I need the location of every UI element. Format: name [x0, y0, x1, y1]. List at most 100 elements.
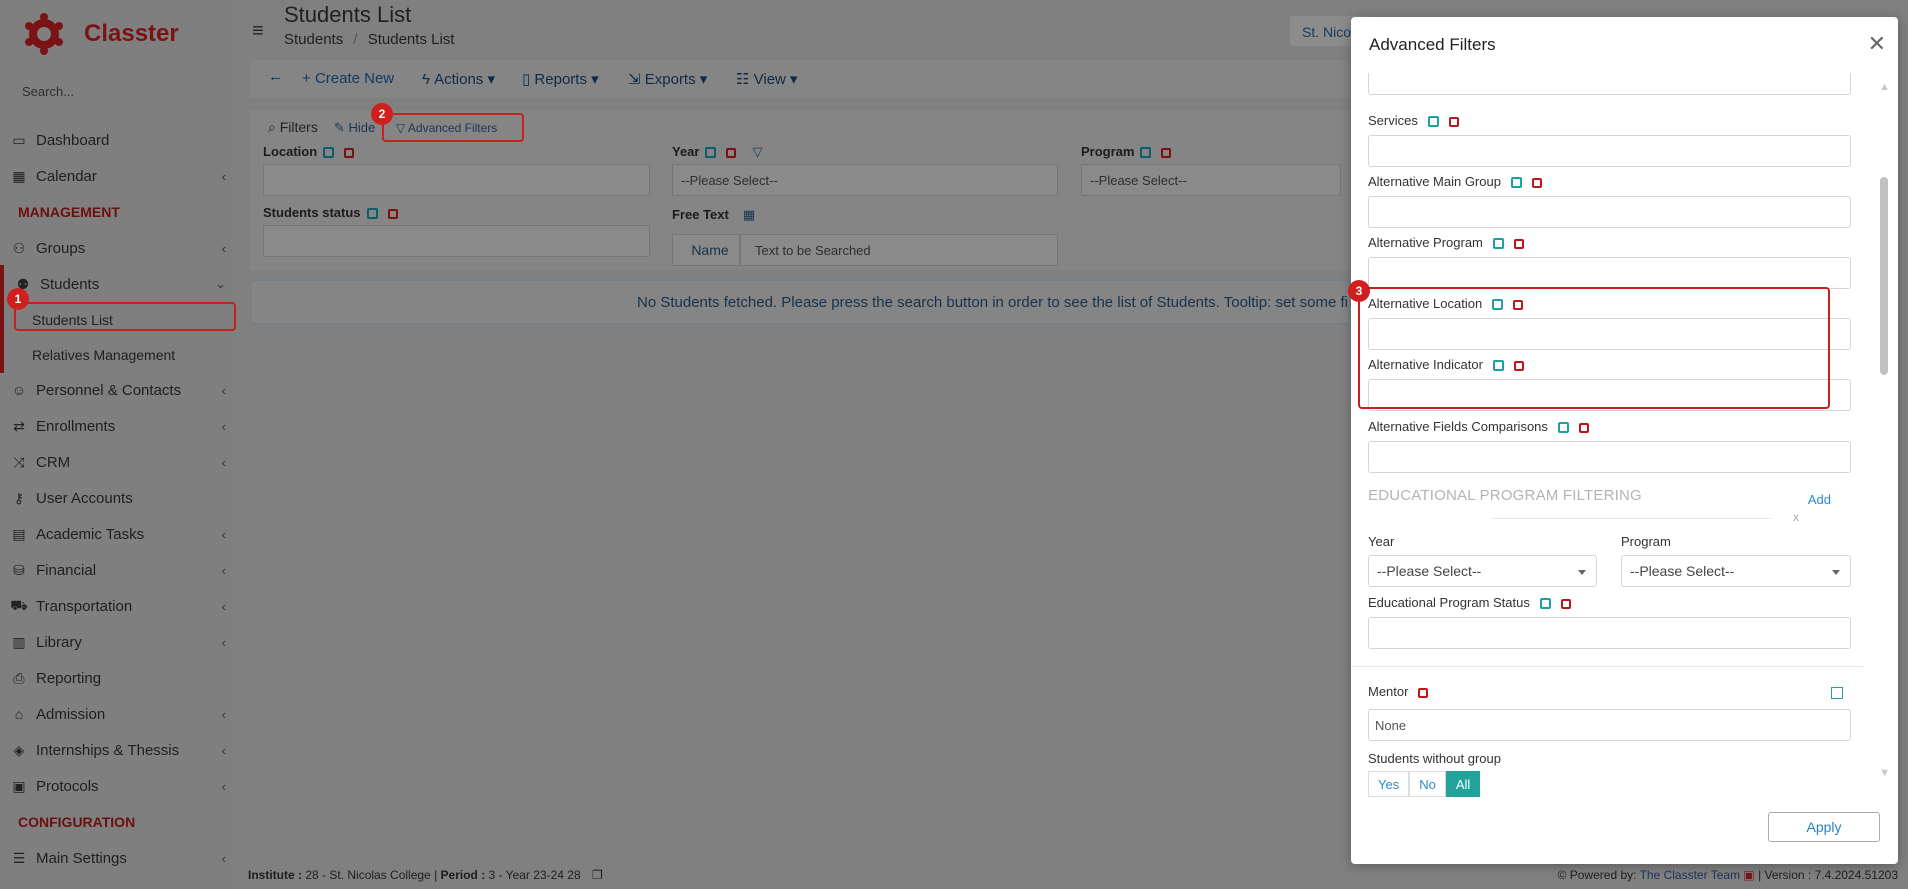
status-label-text: Students status: [263, 205, 361, 220]
include-check-icon[interactable]: [1539, 598, 1551, 610]
exclude-check-icon[interactable]: [1418, 687, 1429, 698]
remove-edu-program-button[interactable]: x: [1793, 510, 1799, 524]
chevron-left-icon: ‹: [221, 562, 226, 578]
mentor-input[interactable]: None: [1368, 709, 1851, 741]
edu-year-select[interactable]: --Please Select--: [1368, 555, 1597, 587]
sidebar-item-enrollments[interactable]: ⇄ Enrollments ‹: [0, 408, 236, 444]
grid-icon[interactable]: ▦: [743, 207, 755, 222]
filter-icon[interactable]: ▽: [752, 144, 762, 159]
exclude-check-icon[interactable]: [1578, 422, 1589, 433]
close-icon[interactable]: ✕: [1868, 31, 1886, 57]
chevron-down-icon: ⌄: [215, 276, 226, 291]
free-text-label: Free Text ▦: [672, 207, 755, 223]
exclude-check-icon[interactable]: [726, 147, 737, 158]
toggle-all[interactable]: All: [1445, 771, 1481, 797]
students-status-select[interactable]: [263, 225, 650, 257]
copy-icon[interactable]: ❐: [592, 868, 603, 882]
include-check-icon[interactable]: [1492, 238, 1504, 250]
hide-filters-button[interactable]: ✎ Hide: [334, 120, 375, 136]
sidebar-item-label: Financial: [36, 561, 97, 579]
include-check-icon[interactable]: [1557, 422, 1569, 434]
create-new-label: Create New: [314, 70, 395, 87]
edu-status-input[interactable]: [1368, 617, 1851, 649]
edu-program-select[interactable]: --Please Select--: [1621, 555, 1851, 587]
sidebar-item-main-settings[interactable]: ☰ Main Settings ‹: [0, 840, 236, 876]
year-select[interactable]: --Please Select--: [672, 164, 1058, 196]
actions-button[interactable]: ϟ Actions ▾: [422, 70, 495, 88]
exclude-check-icon[interactable]: [1448, 116, 1459, 127]
alt-program-input[interactable]: [1368, 257, 1851, 289]
sidebar-item-protocols[interactable]: ▣ Protocols ‹: [0, 768, 236, 804]
exclude-check-icon[interactable]: [1560, 598, 1571, 609]
step-badge-2: 2: [371, 103, 393, 125]
footer-version: © Powered by: The Classter Team ▣ | Vers…: [1558, 868, 1898, 882]
previous-field-input[interactable]: [1368, 73, 1851, 95]
exclude-check-icon[interactable]: [1161, 147, 1172, 158]
location-select[interactable]: [263, 164, 650, 196]
sidebar-item-academic-tasks[interactable]: ▤ Academic Tasks ‹: [0, 516, 236, 552]
sidebar-item-internships[interactable]: ◈ Internships & Thessis ‹: [0, 732, 236, 768]
include-check-icon[interactable]: [705, 147, 717, 159]
classter-team-link[interactable]: The Classter Team: [1640, 868, 1740, 882]
create-new-button[interactable]: + Create New: [302, 70, 394, 87]
back-arrow-icon[interactable]: ←: [268, 68, 283, 85]
exclude-check-icon[interactable]: [1513, 238, 1524, 249]
sidebar-item-groups[interactable]: ⚇ Groups ‹: [0, 230, 236, 266]
view-button[interactable]: ☷ View ▾: [736, 70, 798, 88]
sidebar-item-library[interactable]: ▥ Library ‹: [0, 624, 236, 660]
sidebar-item-crm[interactable]: ⤨ CRM ‹: [0, 444, 236, 480]
exclude-check-icon[interactable]: [344, 147, 355, 158]
exclude-check-icon[interactable]: [387, 208, 398, 219]
logo[interactable]: Classter: [22, 10, 179, 58]
sidebar-item-label: Enrollments: [36, 417, 116, 435]
sidebar-item-label: Personnel & Contacts: [36, 381, 182, 399]
sidebar-item-user-accounts[interactable]: ⚷ User Accounts: [0, 480, 236, 516]
alt-main-group-input[interactable]: [1368, 196, 1851, 228]
sidebar-item-transportation[interactable]: ⛟ Transportation ‹: [0, 588, 236, 624]
sidebar-item-calendar[interactable]: ▦ Calendar ‹: [0, 158, 236, 194]
alt-fields-comparisons-input[interactable]: [1368, 441, 1851, 473]
include-check-icon[interactable]: [1140, 147, 1152, 159]
include-check-icon[interactable]: [323, 147, 335, 159]
sidebar-item-personnel[interactable]: ☺ Personnel & Contacts ‹: [0, 372, 236, 408]
grid-icon[interactable]: [1831, 687, 1843, 699]
apply-button[interactable]: Apply: [1768, 812, 1880, 842]
edu-program-section-title: EDUCATIONAL PROGRAM FILTERING: [1368, 487, 1642, 504]
powered-by-label: Powered by:: [1569, 868, 1637, 882]
name-field-button[interactable]: Name: [672, 234, 740, 266]
include-check-icon[interactable]: [1427, 116, 1439, 128]
sliders-icon: ☰: [12, 849, 26, 866]
hamburger-menu-icon[interactable]: ≡: [252, 20, 264, 43]
toggle-no[interactable]: No: [1409, 771, 1446, 797]
exclude-check-icon[interactable]: [1531, 177, 1542, 188]
free-text-input[interactable]: Text to be Searched: [740, 234, 1058, 266]
sidebar-item-reporting[interactable]: ⎙ Reporting: [0, 660, 236, 696]
sidebar-item-label: Protocols: [36, 777, 99, 795]
sidebar-item-dashboard[interactable]: ▭ Dashboard: [0, 122, 236, 158]
toggle-yes[interactable]: Yes: [1368, 771, 1410, 797]
include-check-icon[interactable]: [1510, 177, 1522, 189]
dropdown-caret-icon: [1578, 570, 1586, 575]
sidebar-item-financial[interactable]: ⛁ Financial ‹: [0, 552, 236, 588]
cube-icon: ◈: [13, 741, 25, 758]
exports-button[interactable]: ⇲ Exports ▾: [628, 70, 707, 88]
add-edu-program-link[interactable]: Add: [1808, 492, 1831, 507]
filters-toggle[interactable]: ⌕ Filters: [268, 119, 318, 136]
sidebar-search-input[interactable]: Search...: [22, 84, 74, 99]
sidebar-item-label: Dashboard: [36, 131, 110, 149]
scroll-up-icon[interactable]: ▲: [1879, 81, 1890, 93]
scrollbar-thumb[interactable]: [1880, 177, 1888, 375]
sidebar-item-admission[interactable]: ⌂ Admission ‹: [0, 696, 236, 732]
program-select[interactable]: --Please Select--: [1081, 164, 1341, 196]
sidebar-nav: ▭ Dashboard ▦ Calendar ‹ MANAGEMENT ⚇ Gr…: [0, 122, 236, 876]
sidebar-subitem-relatives[interactable]: Relatives Management: [0, 337, 236, 372]
sidebar-item-label: Main Settings: [36, 849, 127, 867]
scroll-down-icon[interactable]: ▼: [1879, 767, 1890, 779]
breadcrumb-students[interactable]: Students: [284, 31, 343, 48]
section-configuration: CONFIGURATION: [18, 814, 136, 830]
sidebar-item-students[interactable]: ⚉ Students ⌄: [0, 266, 236, 302]
include-check-icon[interactable]: [366, 208, 378, 220]
reports-button[interactable]: ▯ Reports ▾: [522, 70, 599, 88]
institute-label: Institute :: [248, 868, 302, 882]
services-input[interactable]: [1368, 135, 1851, 167]
